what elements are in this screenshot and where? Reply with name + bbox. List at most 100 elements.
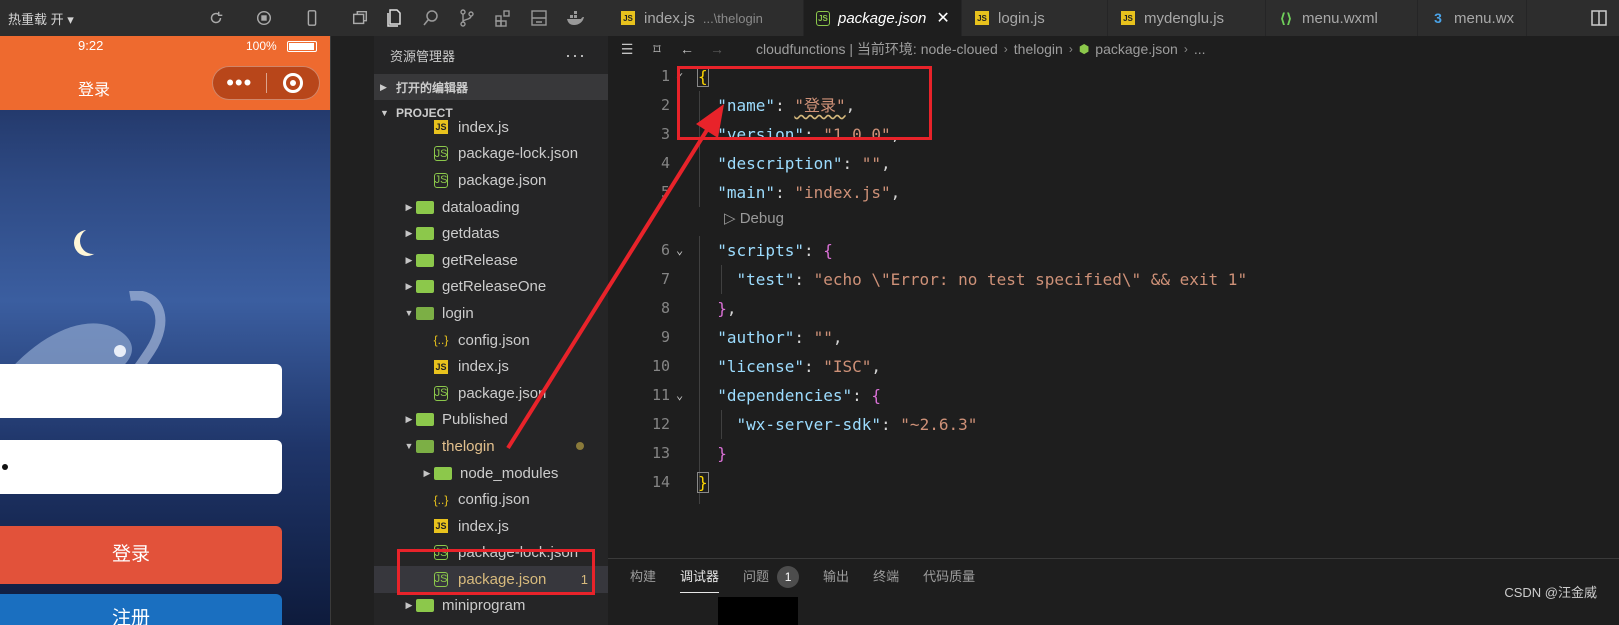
tree-item[interactable]: ▶ node_modules bbox=[374, 460, 608, 487]
refresh-icon[interactable] bbox=[206, 8, 226, 28]
code-line-11: "dependencies": { bbox=[717, 386, 882, 405]
tree-item[interactable]: JS index.js bbox=[374, 114, 608, 141]
fold-chevron-icon[interactable]: ⌄ bbox=[676, 236, 690, 265]
editor-tab[interactable]: ⟨⟩ menu.wxml bbox=[1266, 0, 1418, 36]
chevron-down-icon: ▼ bbox=[404, 441, 414, 452]
password-dot bbox=[2, 464, 8, 470]
annotation-box-code bbox=[677, 66, 932, 140]
moon-illustration bbox=[80, 228, 106, 254]
extensions-icon[interactable] bbox=[492, 7, 514, 29]
files-icon[interactable] bbox=[384, 7, 406, 29]
code-line-12: "wx-server-sdk": "~2.6.3" bbox=[736, 415, 978, 434]
panel-tab[interactable]: 代码质量 bbox=[923, 559, 975, 595]
panel-tab[interactable]: 问题 1 bbox=[743, 559, 800, 595]
password-input[interactable] bbox=[0, 440, 282, 494]
record-icon bbox=[282, 73, 303, 93]
tree-item[interactable]: ▼ login bbox=[374, 300, 608, 327]
fold-chevron-icon[interactable]: ⌄ bbox=[676, 381, 690, 410]
battery-percent: 100% bbox=[246, 39, 277, 53]
more-menu-button[interactable]: ••• bbox=[213, 68, 266, 98]
chevron-right-icon: ▶ bbox=[405, 281, 413, 292]
tab-label: menu.wx bbox=[1454, 9, 1515, 27]
js-file-icon: JS bbox=[434, 359, 448, 374]
source-control-icon[interactable] bbox=[456, 7, 478, 29]
tree-item[interactable]: JS package.json bbox=[374, 380, 608, 407]
username-input[interactable] bbox=[0, 364, 282, 418]
register-button[interactable]: 注册 bbox=[0, 594, 282, 625]
split-editor-icon[interactable] bbox=[1589, 8, 1609, 28]
problem-count-badge: 1 bbox=[777, 566, 800, 588]
stop-icon[interactable] bbox=[254, 8, 274, 28]
editor-tab[interactable]: JS login.js bbox=[962, 0, 1108, 36]
breadcrumb-file[interactable]: package.json bbox=[1095, 41, 1178, 57]
battery-icon bbox=[287, 41, 317, 52]
debug-code-lens[interactable]: ▷ Debug bbox=[724, 207, 784, 231]
mini-program-capsule: ••• bbox=[212, 66, 320, 100]
tree-item[interactable]: ▶ getdatas bbox=[374, 220, 608, 247]
tree-item[interactable]: {..} config.json bbox=[374, 327, 608, 354]
tree-item[interactable]: JS package-lock.json bbox=[374, 141, 608, 168]
csdn-watermark: CSDN @汪金威 bbox=[1504, 585, 1597, 600]
back-arrow-icon[interactable]: ← bbox=[676, 40, 698, 58]
forward-arrow-icon[interactable]: → bbox=[706, 40, 728, 58]
simulator-toolbar: 热重载 开 ▾ bbox=[0, 0, 374, 36]
panel-tab[interactable]: 输出 bbox=[823, 559, 849, 595]
line-number: 4 bbox=[660, 154, 670, 172]
tree-item-label: index.js bbox=[458, 517, 509, 535]
tree-item-label: config.json bbox=[458, 331, 530, 349]
code-line-4: "description": "", bbox=[717, 154, 891, 173]
tree-item[interactable]: ▶ getRelease bbox=[374, 247, 608, 274]
phone-icon[interactable] bbox=[302, 8, 322, 28]
editor-tab[interactable]: JS package.json ✕ bbox=[804, 0, 962, 36]
chevron-right-icon: ▶ bbox=[423, 467, 431, 478]
tree-item[interactable]: ▶ getReleaseOne bbox=[374, 274, 608, 301]
folder-open-icon bbox=[416, 304, 434, 322]
search-icon[interactable] bbox=[420, 7, 442, 29]
tree-item[interactable]: ▶ miniprogram bbox=[374, 593, 608, 620]
list-icon[interactable]: ☰ bbox=[616, 40, 638, 58]
json-file-icon: {..} bbox=[433, 333, 449, 348]
open-editors-section[interactable]: ▶ 打开的编辑器 bbox=[374, 74, 608, 100]
tree-item[interactable]: ▼ thelogin bbox=[374, 433, 608, 460]
panel-tab-label: 构建 bbox=[630, 569, 657, 584]
tree-item[interactable]: ▶ Published bbox=[374, 407, 608, 434]
editor-tab[interactable]: JS mydenglu.js bbox=[1108, 0, 1266, 36]
tree-item[interactable]: JS package.json bbox=[374, 167, 608, 194]
line-number: 8 bbox=[660, 299, 670, 317]
breadcrumb-tail[interactable]: ... bbox=[1194, 41, 1206, 57]
js-file-icon: JS bbox=[620, 10, 636, 26]
breadcrumb-env[interactable]: cloudfunctions | 当前环境: node-cloued bbox=[756, 39, 998, 59]
window-icon[interactable] bbox=[350, 8, 370, 28]
panel-tab[interactable]: 终端 bbox=[873, 559, 899, 595]
tree-item[interactable]: ▶ dataloading bbox=[374, 194, 608, 221]
tree-item-label: node_modules bbox=[460, 464, 559, 482]
breadcrumb-folder[interactable]: thelogin bbox=[1014, 41, 1063, 57]
panel-tab[interactable]: 调试器 bbox=[680, 559, 720, 595]
hot-reload-toggle[interactable]: 热重载 开 ▾ bbox=[8, 9, 178, 28]
close-tab-icon[interactable]: ✕ bbox=[936, 8, 949, 28]
more-actions-button[interactable]: ··· bbox=[565, 45, 586, 66]
tree-item[interactable]: JS index.js bbox=[374, 513, 608, 540]
panel-tab[interactable]: 构建 bbox=[630, 559, 656, 595]
line-number: 14 bbox=[651, 473, 670, 491]
modified-dot-icon bbox=[576, 442, 584, 451]
bookmark-icon[interactable]: ⌑ bbox=[646, 40, 668, 58]
line-number: 5 bbox=[660, 183, 670, 201]
line-number: 2 bbox=[660, 96, 670, 114]
chevron-right-icon: › bbox=[1003, 42, 1008, 56]
node-json-icon: JS bbox=[434, 146, 448, 162]
editor-tab[interactable]: JS index.js ...\thelogin bbox=[608, 0, 804, 36]
code-line-7: "test": "echo \"Error: no test specified… bbox=[736, 270, 1248, 289]
js-file-icon: JS bbox=[1120, 10, 1136, 26]
editor-tab[interactable]: 3 menu.wx bbox=[1418, 0, 1528, 36]
tree-item[interactable]: {..} config.json bbox=[374, 486, 608, 513]
tab-label: menu.wxml bbox=[1302, 9, 1378, 27]
folder-icon bbox=[416, 411, 434, 429]
phone-simulator: 9:22 100% 登录 ••• 登录 注册 bbox=[0, 36, 330, 625]
simulator-gutter bbox=[330, 36, 374, 625]
storage-icon[interactable] bbox=[528, 7, 550, 29]
close-capsule-button[interactable] bbox=[266, 73, 319, 93]
login-button[interactable]: 登录 bbox=[0, 526, 282, 584]
tree-item[interactable]: JS index.js bbox=[374, 353, 608, 380]
docker-icon[interactable] bbox=[564, 7, 586, 29]
